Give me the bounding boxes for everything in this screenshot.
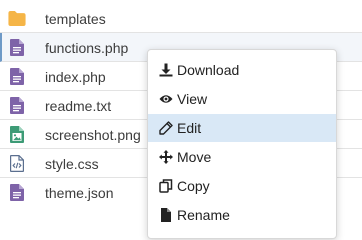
code-file-icon <box>10 155 24 172</box>
menu-item-label: View <box>177 91 208 107</box>
file-name: templates <box>45 11 106 27</box>
rename-icon <box>161 208 171 222</box>
download-icon <box>159 63 173 77</box>
pencil-icon <box>159 121 173 135</box>
document-icon <box>10 68 24 85</box>
document-icon <box>10 97 24 114</box>
menu-item-label: Copy <box>177 178 210 194</box>
menu-item-view[interactable]: View <box>148 85 336 113</box>
menu-item-label: Move <box>177 149 212 165</box>
menu-item-edit[interactable]: Edit <box>148 114 336 142</box>
file-name: readme.txt <box>45 98 112 114</box>
menu-item-label: Rename <box>177 207 230 223</box>
file-name: screenshot.png <box>45 127 141 143</box>
copy-icon <box>159 179 173 193</box>
eye-icon <box>159 95 173 103</box>
menu-item-rename[interactable]: Rename <box>148 201 336 229</box>
menu-item-download[interactable]: Download <box>148 56 336 84</box>
file-name: functions.php <box>45 40 129 56</box>
move-icon <box>159 150 173 164</box>
menu-item-label: Edit <box>177 120 202 136</box>
menu-item-move[interactable]: Move <box>148 143 336 171</box>
file-name: style.css <box>45 156 99 172</box>
menu-item-label: Download <box>177 62 240 78</box>
file-name: theme.json <box>45 185 114 201</box>
menu-item-copy[interactable]: Copy <box>148 172 336 200</box>
file-name: index.php <box>45 69 106 85</box>
file-row-templates[interactable]: templates <box>0 4 362 33</box>
folder-icon <box>8 11 26 26</box>
image-file-icon <box>10 126 24 143</box>
document-icon <box>10 39 24 56</box>
document-icon <box>10 184 24 201</box>
context-menu: Download View Edit Move Copy Rename <box>147 49 337 239</box>
